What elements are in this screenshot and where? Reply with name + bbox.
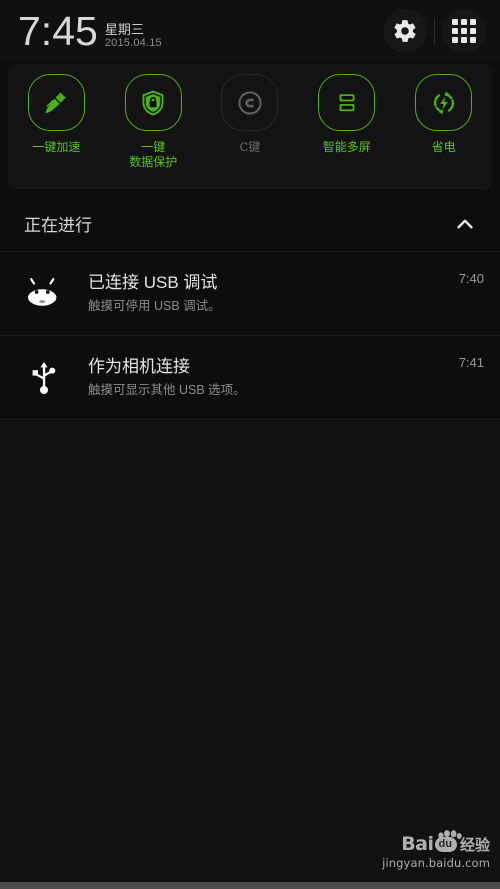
- watermark-brand: Bai: [401, 833, 434, 855]
- quick-tile-split-screen-label: 智能多屏: [322, 140, 371, 154]
- status-header: 7:45 星期三 2015.04.15: [0, 0, 500, 62]
- notification-title: 作为相机连接: [88, 357, 190, 376]
- c-circle-icon: [238, 90, 262, 115]
- power-save-icon: [433, 91, 454, 114]
- quick-tile-ckey-ring: [221, 74, 279, 131]
- notification-text: 已连接 USB 调试 触摸可停用 USB 调试。: [88, 271, 459, 316]
- notification-subtitle: 触摸可停用 USB 调试。: [88, 299, 221, 313]
- quick-tile-power-save-label: 省电: [431, 140, 456, 154]
- grid-apps-icon: [452, 19, 476, 43]
- quick-tile-boost-ring: [27, 74, 85, 131]
- notification-icon-wrap: [0, 277, 88, 311]
- quick-tile-ckey-label: C键: [239, 140, 261, 154]
- clock-weekday: 星期三: [104, 21, 144, 37]
- header-divider: [434, 18, 435, 44]
- usb-icon: [32, 361, 56, 394]
- ongoing-section-header[interactable]: 正在进行: [0, 196, 500, 252]
- quick-tile-power-save-ring: [415, 74, 473, 131]
- notification-title: 已连接 USB 调试: [88, 273, 218, 292]
- notification-subtitle: 触摸可显示其他 USB 选项。: [88, 383, 246, 397]
- paw-icon: [437, 829, 462, 839]
- notification-row[interactable]: 作为相机连接 触摸可显示其他 USB 选项。 7:41: [0, 336, 500, 420]
- quick-tile-ckey[interactable]: C键: [202, 74, 299, 155]
- notification-shade: 7:45 星期三 2015.04.15 一键加速 一键 数据保护 C键 智能多屏…: [0, 0, 500, 889]
- gear-icon: [394, 20, 416, 42]
- android-bugdroid-icon: [28, 277, 57, 306]
- quick-tile-boost-label: 一键加速: [32, 140, 81, 154]
- quick-tile-split-screen-ring: [318, 74, 376, 131]
- shade-empty-area: Bai du 经验 jingyan.baidu.com: [0, 421, 500, 882]
- app-drawer-button[interactable]: [442, 9, 486, 53]
- quick-tile-data-protect[interactable]: 一键 数据保护: [105, 74, 202, 170]
- clock-time: 7:45: [18, 7, 98, 54]
- watermark-url: jingyan.baidu.com: [382, 856, 490, 870]
- watermark-brand-row: Bai du 经验: [401, 829, 490, 855]
- watermark-suffix: 经验: [459, 836, 490, 854]
- quick-tile-boost[interactable]: 一键加速: [8, 74, 105, 155]
- clock-date-block: 星期三 2015.04.15: [105, 22, 162, 52]
- notification-icon-wrap: [0, 358, 88, 398]
- split-screen-icon: [339, 93, 355, 111]
- ongoing-section-title: 正在进行: [24, 216, 92, 235]
- watermark-badge-text: du: [438, 837, 452, 850]
- notification-text: 作为相机连接 触摸可显示其他 USB 选项。: [88, 355, 459, 400]
- quick-tile-split-screen[interactable]: 智能多屏: [298, 74, 395, 155]
- header-actions: [383, 9, 500, 53]
- shield-lock-icon: [142, 90, 164, 115]
- notification-list: 已连接 USB 调试 触摸可停用 USB 调试。 7:40 作为相机连接 触摸可…: [0, 252, 500, 420]
- settings-button[interactable]: [383, 9, 427, 53]
- quick-tile-power-save[interactable]: 省电: [395, 74, 492, 155]
- quick-tile-data-protect-label: 一键 数据保护: [129, 140, 178, 169]
- notification-time: 7:41: [458, 355, 484, 370]
- baidu-jingyan-watermark: Bai du 经验 jingyan.baidu.com: [382, 829, 490, 870]
- quick-tile-data-protect-ring: [124, 74, 182, 131]
- bottom-edge-strip: [0, 882, 500, 889]
- clock-date: 2015.04.15: [104, 36, 162, 49]
- broom-icon: [45, 92, 67, 113]
- watermark-badge: du: [434, 829, 462, 852]
- chevron-up-icon[interactable]: [452, 211, 478, 237]
- clock-block[interactable]: 7:45 星期三 2015.04.15: [0, 7, 383, 54]
- notification-row[interactable]: 已连接 USB 调试 触摸可停用 USB 调试。 7:40: [0, 252, 500, 336]
- quick-settings-panel: 一键加速 一键 数据保护 C键 智能多屏 省电: [8, 64, 492, 189]
- notification-time: 7:40: [458, 271, 484, 286]
